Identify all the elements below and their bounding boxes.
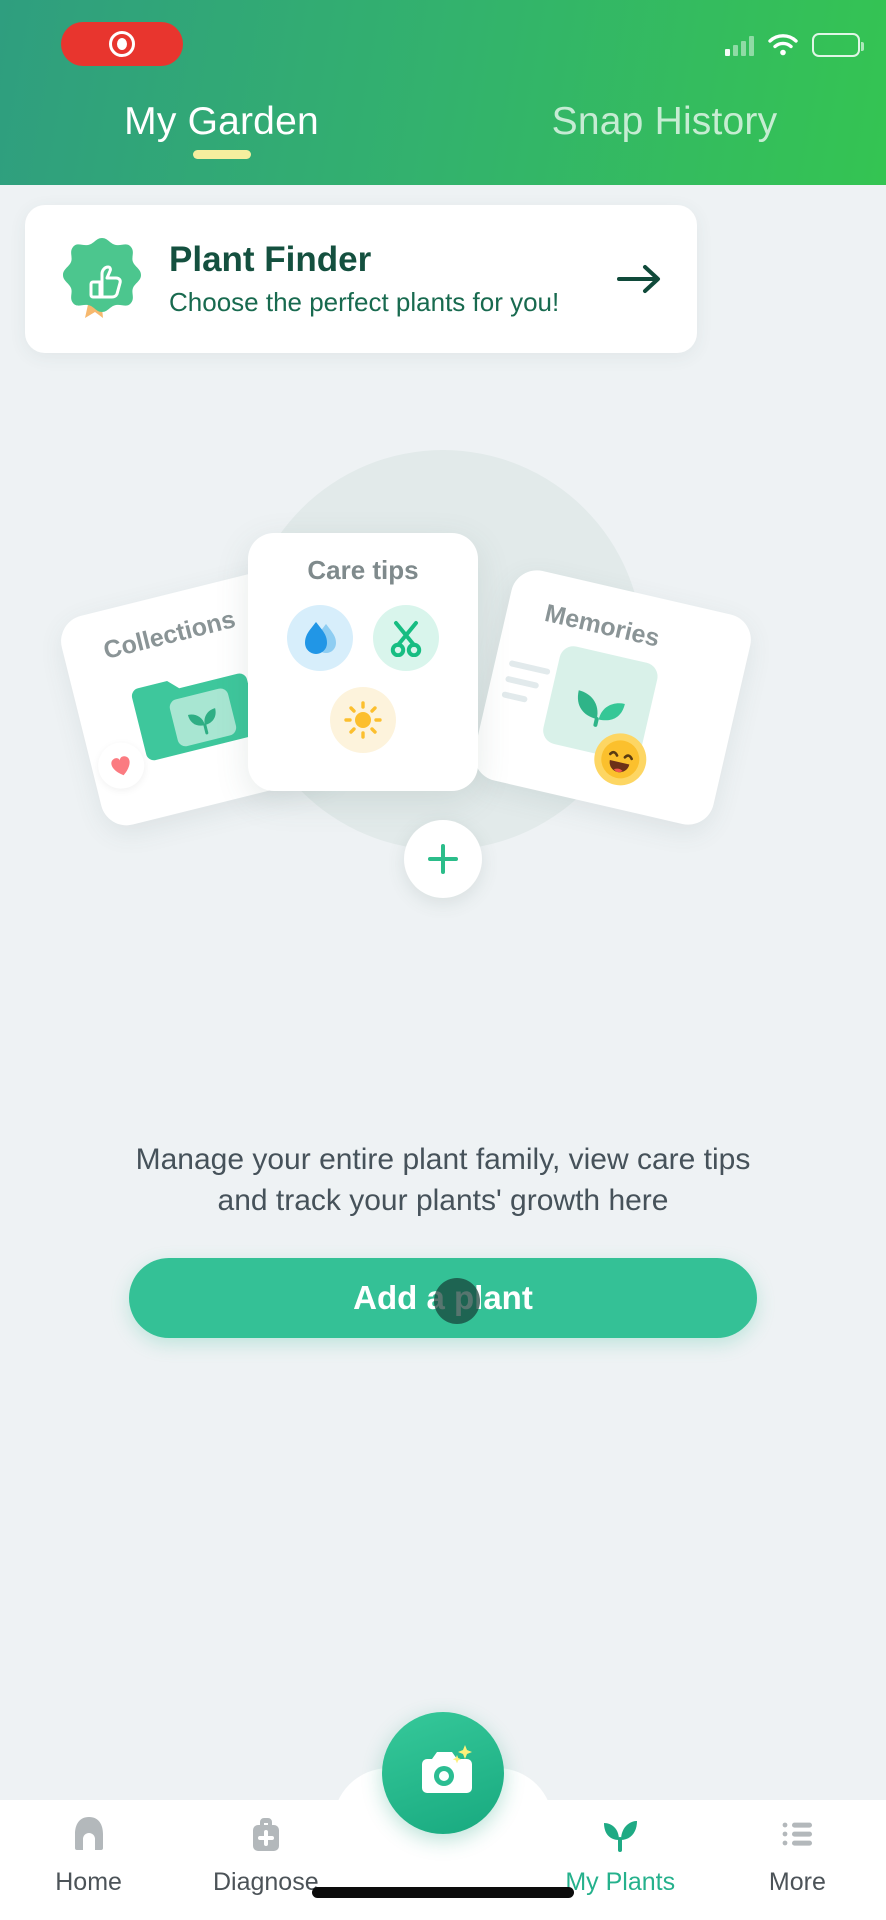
nav-item-more[interactable]: More [709, 1812, 886, 1897]
empty-state-illustration: Collections Memories Care tips [0, 430, 886, 930]
nav-item-diagnose-label: Diagnose [212, 1868, 319, 1896]
touch-indicator [434, 1278, 480, 1324]
empty-state-line-2: and track your plants' growth here [217, 1183, 669, 1217]
medical-bag-icon [244, 1812, 288, 1861]
arrow-right-icon[interactable] [613, 259, 667, 299]
nav-item-my-plants-label: My Plants [565, 1868, 676, 1896]
app-screen: My Garden Snap History Plant Finder Choo… [0, 0, 886, 1920]
thumbs-up-badge-icon [59, 234, 145, 324]
app-header: My Garden Snap History [0, 0, 886, 185]
water-drop-icon [287, 605, 353, 671]
empty-state-line-1: Manage your entire plant family, view ca… [135, 1143, 751, 1176]
care-tips-icons [248, 605, 478, 753]
nav-item-more-label: More [768, 1868, 826, 1896]
sun-icon [330, 687, 396, 753]
status-bar [0, 0, 886, 90]
plant-finder-text: Plant Finder Choose the perfect plants f… [169, 240, 613, 318]
nav-item-diagnose[interactable]: Diagnose [177, 1812, 354, 1897]
illustration-card-care-tips: Care tips [248, 533, 478, 791]
record-dot-icon [109, 31, 135, 57]
nav-item-home[interactable]: Home [0, 1812, 177, 1897]
memory-lines-decoration [499, 658, 551, 715]
scissors-icon [373, 605, 439, 671]
plant-finder-title: Plant Finder [169, 239, 372, 279]
collections-card-label: Collections [100, 605, 239, 665]
wifi-icon [768, 34, 798, 56]
nav-item-home-label: Home [55, 1868, 122, 1896]
cellular-signal-icon [725, 34, 754, 56]
camera-capture-button[interactable] [382, 1712, 504, 1834]
memories-card-label: Memories [542, 599, 663, 653]
tab-my-garden-label: My Garden [124, 100, 319, 143]
recording-pill[interactable] [61, 22, 183, 66]
plant-finder-subtitle: Choose the perfect plants for you! [169, 287, 560, 318]
nav-item-my-plants[interactable]: My Plants [532, 1812, 709, 1897]
care-tips-card-label: Care tips [307, 555, 419, 585]
tab-snap-history[interactable]: Snap History [443, 100, 886, 144]
tab-active-indicator [192, 150, 251, 159]
home-icon [67, 1812, 111, 1861]
tab-my-garden[interactable]: My Garden [0, 100, 443, 159]
header-tabs: My Garden Snap History [0, 100, 886, 185]
add-plant-plus-button[interactable] [404, 820, 482, 898]
empty-state-description: Manage your entire plant family, view ca… [50, 1140, 836, 1221]
tab-snap-history-label: Snap History [551, 100, 778, 143]
plant-finder-card[interactable]: Plant Finder Choose the perfect plants f… [25, 205, 697, 353]
folder-plant-icon [124, 652, 262, 769]
status-icons [725, 28, 864, 62]
battery-icon [812, 33, 864, 57]
home-indicator [312, 1887, 574, 1898]
list-menu-icon [775, 1812, 819, 1861]
sprout-icon [598, 1812, 642, 1861]
